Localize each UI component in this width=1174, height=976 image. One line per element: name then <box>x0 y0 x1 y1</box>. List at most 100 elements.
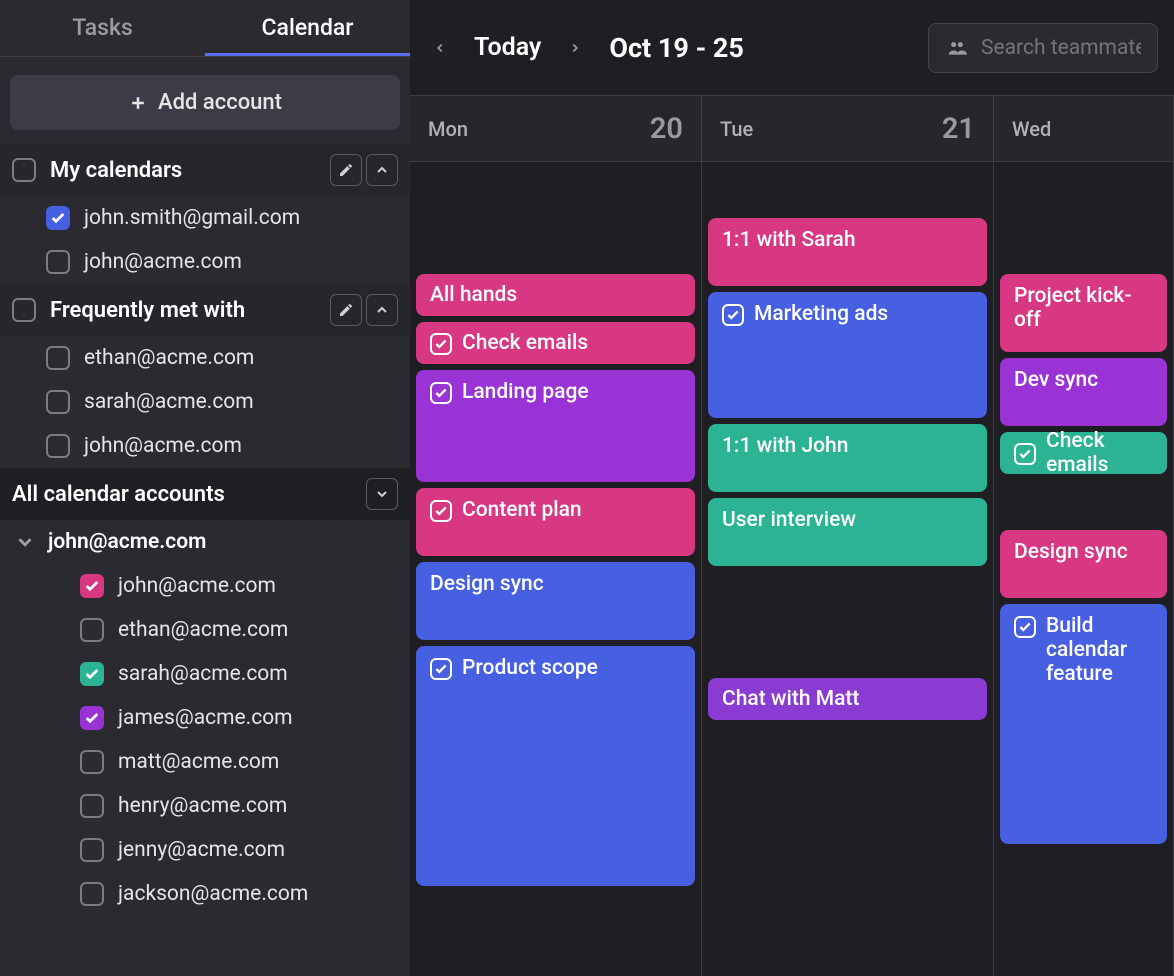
event-card[interactable]: Design sync <box>1000 530 1167 598</box>
tab-calendar[interactable]: Calendar <box>205 0 410 56</box>
calendar-label: jenny@acme.com <box>118 838 285 862</box>
task-checkbox[interactable] <box>430 333 452 355</box>
teammate-item[interactable]: sarah@acme.com <box>0 380 410 424</box>
section-all-accounts[interactable]: All calendar accounts <box>0 468 410 520</box>
add-account-button[interactable]: Add account <box>10 75 400 130</box>
day-name: Wed <box>1012 117 1051 141</box>
account-calendar-item[interactable]: ethan@acme.com <box>0 608 410 652</box>
calendar-item[interactable]: john@acme.com <box>0 240 410 284</box>
day-header: Wed <box>994 96 1173 162</box>
section-my-calendars[interactable]: My calendars <box>0 144 410 196</box>
teammate-item[interactable]: john@acme.com <box>0 424 410 468</box>
today-button[interactable]: Today <box>474 33 541 62</box>
calendar-label: john.smith@gmail.com <box>84 206 300 230</box>
account-calendar-item[interactable]: henry@acme.com <box>0 784 410 828</box>
expand-button[interactable] <box>366 478 398 510</box>
calendar-checkbox[interactable] <box>80 662 104 686</box>
calendar-label: sarah@acme.com <box>118 662 288 686</box>
calendar-checkbox[interactable] <box>80 618 104 642</box>
event-card[interactable]: Dev sync <box>1000 358 1167 426</box>
calendar-header: Today Oct 19 - 25 <box>410 0 1174 95</box>
event-title: Dev sync <box>1014 368 1098 392</box>
edit-button[interactable] <box>330 294 362 326</box>
section-checkbox[interactable] <box>12 298 36 322</box>
account-calendar-item[interactable]: matt@acme.com <box>0 740 410 784</box>
events-container[interactable]: 1:1 with SarahMarketing ads1:1 with John… <box>702 162 993 976</box>
event-title: Build calendar feature <box>1046 614 1153 686</box>
event-title: Check emails <box>462 331 588 355</box>
task-checkbox[interactable] <box>722 304 744 326</box>
calendar-item[interactable]: john.smith@gmail.com <box>0 196 410 240</box>
event-card[interactable]: Check emails <box>1000 432 1167 474</box>
calendar-checkbox[interactable] <box>46 250 70 274</box>
task-checkbox[interactable] <box>430 382 452 404</box>
calendar-checkbox[interactable] <box>80 794 104 818</box>
check-icon <box>50 210 66 226</box>
event-card[interactable]: Content plan <box>416 488 695 556</box>
teammate-label: john@acme.com <box>84 434 242 458</box>
day-column: Mon20All handsCheck emailsLanding pageCo… <box>410 96 702 976</box>
account-calendar-item[interactable]: jackson@acme.com <box>0 872 410 916</box>
event-card[interactable]: Marketing ads <box>708 292 987 418</box>
event-card[interactable]: Project kick-off <box>1000 274 1167 352</box>
check-icon <box>1018 620 1032 634</box>
event-card[interactable]: Landing page <box>416 370 695 482</box>
account-calendar-item[interactable]: john@acme.com <box>0 564 410 608</box>
task-checkbox[interactable] <box>1014 616 1036 638</box>
tab-tasks[interactable]: Tasks <box>0 0 205 56</box>
event-title: User interview <box>722 508 856 532</box>
event-card[interactable]: 1:1 with Sarah <box>708 218 987 286</box>
account-row[interactable]: john@acme.com <box>0 520 410 564</box>
calendar-checkbox[interactable] <box>80 882 104 906</box>
section-title: My calendars <box>50 158 326 183</box>
events-container[interactable]: Project kick-off Dev sync Check emails Desi… <box>994 162 1173 976</box>
teammate-checkbox[interactable] <box>46 434 70 458</box>
section-checkbox[interactable] <box>12 158 36 182</box>
day-column: Wed Project kick-off Dev sync Check emails D… <box>994 96 1174 976</box>
sidebar: Tasks Calendar Add account My calendars … <box>0 0 410 976</box>
account-calendar-item[interactable]: jenny@acme.com <box>0 828 410 872</box>
calendar-checkbox[interactable] <box>80 706 104 730</box>
pencil-icon <box>338 302 354 318</box>
check-icon <box>434 504 448 518</box>
chevron-right-icon <box>568 37 582 59</box>
task-checkbox[interactable] <box>430 658 452 680</box>
task-checkbox[interactable] <box>1014 443 1036 465</box>
task-checkbox[interactable] <box>430 500 452 522</box>
edit-button[interactable] <box>330 154 362 186</box>
day-number: 21 <box>942 112 975 146</box>
event-card[interactable]: Build calendar feature <box>1000 604 1167 844</box>
check-icon <box>1018 447 1032 461</box>
event-title: Chat with Matt <box>722 687 859 711</box>
day-column: Tue211:1 with SarahMarketing ads1:1 with… <box>702 96 994 976</box>
teammate-checkbox[interactable] <box>46 346 70 370</box>
event-card[interactable]: Product scope <box>416 646 695 886</box>
account-calendar-item[interactable]: sarah@acme.com <box>0 652 410 696</box>
account-calendar-list: john@acme.comethan@acme.com sarah@acme.co… <box>0 564 410 916</box>
account-calendar-item[interactable]: james@acme.com <box>0 696 410 740</box>
teammate-label: sarah@acme.com <box>84 390 254 414</box>
search-input[interactable] <box>981 36 1141 60</box>
prev-week-button[interactable] <box>426 34 454 62</box>
calendar-checkbox[interactable] <box>80 574 104 598</box>
event-card[interactable]: Check emails <box>416 322 695 364</box>
section-title: Frequently met with <box>50 298 326 323</box>
teammate-checkbox[interactable] <box>46 390 70 414</box>
event-card[interactable]: User interview <box>708 498 987 566</box>
event-card[interactable]: Design sync <box>416 562 695 640</box>
chevron-down-icon <box>374 486 390 502</box>
section-frequently-met[interactable]: Frequently met with <box>0 284 410 336</box>
event-card[interactable]: Chat with Matt <box>708 678 987 720</box>
event-card[interactable]: All hands <box>416 274 695 316</box>
teammate-item[interactable]: ethan@acme.com <box>0 336 410 380</box>
calendar-checkbox[interactable] <box>80 750 104 774</box>
collapse-button[interactable] <box>366 294 398 326</box>
calendar-checkbox[interactable] <box>80 838 104 862</box>
search-teammates[interactable] <box>928 23 1158 73</box>
event-card[interactable]: 1:1 with John <box>708 424 987 492</box>
next-week-button[interactable] <box>561 34 589 62</box>
events-container[interactable]: All hands Check emails Landing page Content… <box>410 162 701 976</box>
calendar-checkbox[interactable] <box>46 206 70 230</box>
collapse-button[interactable] <box>366 154 398 186</box>
event-title: Content plan <box>462 498 582 522</box>
